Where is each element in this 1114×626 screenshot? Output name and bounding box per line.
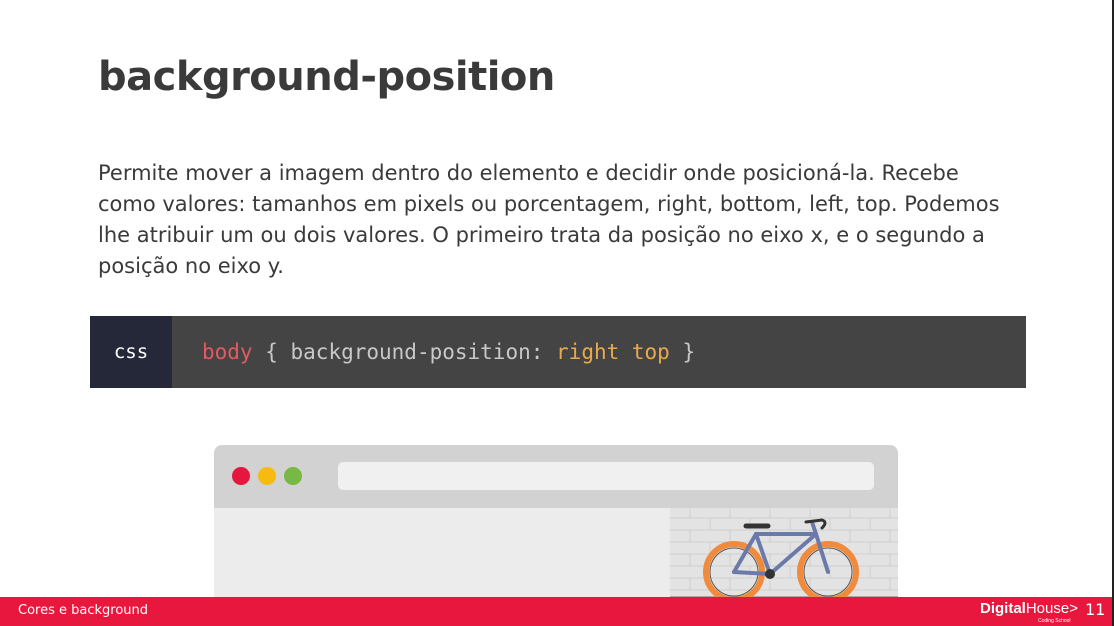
logo-subtitle: Coding School: [1038, 618, 1071, 624]
footer-bar: Cores e background DigitalHouse> Coding …: [0, 597, 1112, 626]
slide-title: background-position: [98, 54, 555, 100]
code-language-label: css: [90, 316, 172, 388]
browser-title-bar: [214, 445, 898, 508]
code-block: css body { background-position: right to…: [90, 316, 1026, 388]
code-open-brace: {: [252, 340, 291, 364]
code-selector: body: [202, 340, 253, 364]
page-number: 11: [1085, 600, 1106, 619]
code-value: right top: [556, 340, 670, 364]
browser-mockup: [214, 445, 898, 605]
digital-house-logo: DigitalHouse> Coding School: [980, 600, 1078, 624]
slide-description: Permite mover a imagem dentro do element…: [98, 161, 1000, 278]
code-property: background-position:: [290, 340, 557, 364]
footer-section-label: Cores e background: [18, 603, 149, 618]
code-close-brace: }: [669, 340, 696, 364]
code-line: body { background-position: right top }: [172, 316, 695, 388]
bicycle-image: [670, 508, 898, 605]
address-bar: [338, 462, 874, 490]
logo-bold-text: Digital: [980, 600, 1026, 617]
logo-light-text: House>: [1025, 600, 1078, 617]
minimize-dot-icon: [258, 467, 276, 485]
close-dot-icon: [232, 467, 250, 485]
browser-viewport: [214, 508, 898, 605]
maximize-dot-icon: [284, 467, 302, 485]
